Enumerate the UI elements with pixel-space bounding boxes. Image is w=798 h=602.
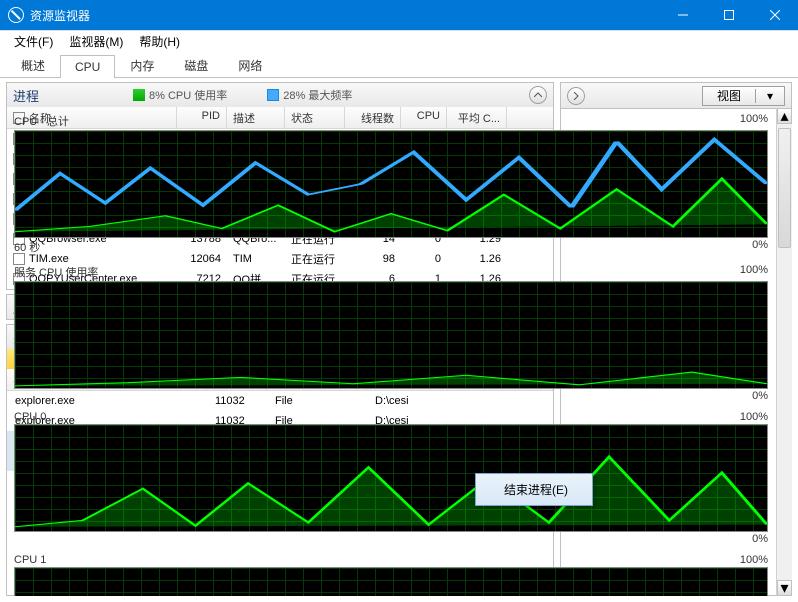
- tab-overview[interactable]: 概述: [6, 52, 60, 78]
- chart-foot-right: 0%: [752, 390, 768, 402]
- scroll-down-button[interactable]: ▾: [777, 580, 792, 596]
- view-selector[interactable]: 视图 ▾: [702, 86, 785, 106]
- window-title: 资源监视器: [30, 7, 90, 24]
- window-minimize-button[interactable]: [660, 0, 706, 30]
- menu-bar: 文件(F) 监视器(M) 帮助(H): [0, 30, 798, 52]
- tab-bar: 概述 CPU 内存 磁盘 网络: [0, 52, 798, 78]
- context-menu: 结束进程(E): [475, 473, 593, 506]
- app-icon: [8, 7, 24, 23]
- processes-max-freq: 28% 最大频率: [267, 87, 352, 103]
- chart-block: CPU 1100%: [560, 549, 776, 596]
- context-end-process[interactable]: 结束进程(E): [478, 478, 590, 501]
- processes-title: 进程: [13, 86, 93, 105]
- chart-max: 100%: [740, 264, 768, 280]
- graphs-collapse-button[interactable]: [567, 87, 585, 105]
- chart-block: CPU - 总计100% 60 秒0%: [560, 108, 776, 259]
- graphs-pane: 视图 ▾ CPU - 总计100% 60 秒0%服务 CPU 使用率100% 0…: [560, 82, 792, 596]
- menu-help[interactable]: 帮助(H): [131, 31, 188, 52]
- chart-canvas: [560, 281, 768, 389]
- window-titlebar: 资源监视器: [0, 0, 798, 30]
- tab-disk[interactable]: 磁盘: [169, 52, 223, 78]
- scroll-thumb[interactable]: [778, 128, 791, 248]
- charts-container: CPU - 总计100% 60 秒0%服务 CPU 使用率100% 0% CPU …: [560, 108, 776, 596]
- window-maximize-button[interactable]: [706, 0, 752, 30]
- view-label: 视图: [703, 87, 755, 104]
- chart-max: 100%: [740, 411, 768, 423]
- processes-collapse-button[interactable]: [529, 86, 547, 104]
- processes-cpu-usage: 8% CPU 使用率: [133, 87, 227, 103]
- chart-block: 服务 CPU 使用率100% 0%: [560, 259, 776, 406]
- chart-canvas: [560, 130, 768, 238]
- menu-monitor[interactable]: 监视器(M): [61, 31, 131, 52]
- processes-header[interactable]: 进程 8% CPU 使用率 28% 最大频率: [7, 83, 553, 107]
- tab-cpu[interactable]: CPU: [60, 55, 115, 78]
- tab-memory[interactable]: 内存: [115, 52, 169, 78]
- chart-foot-right: 0%: [752, 239, 768, 255]
- menu-file[interactable]: 文件(F): [6, 31, 61, 52]
- chevron-down-icon: ▾: [755, 89, 784, 103]
- chart-max: 100%: [740, 554, 768, 566]
- graphs-header: 视图 ▾: [561, 83, 791, 109]
- window-close-button[interactable]: [752, 0, 798, 30]
- chart-max: 100%: [740, 113, 768, 129]
- tab-network[interactable]: 网络: [223, 52, 277, 78]
- chart-canvas: [560, 567, 768, 596]
- chart-foot-right: 0%: [752, 533, 768, 545]
- scroll-up-button[interactable]: ▴: [777, 108, 792, 124]
- graphs-scrollbar[interactable]: ▴ ▾: [776, 108, 792, 596]
